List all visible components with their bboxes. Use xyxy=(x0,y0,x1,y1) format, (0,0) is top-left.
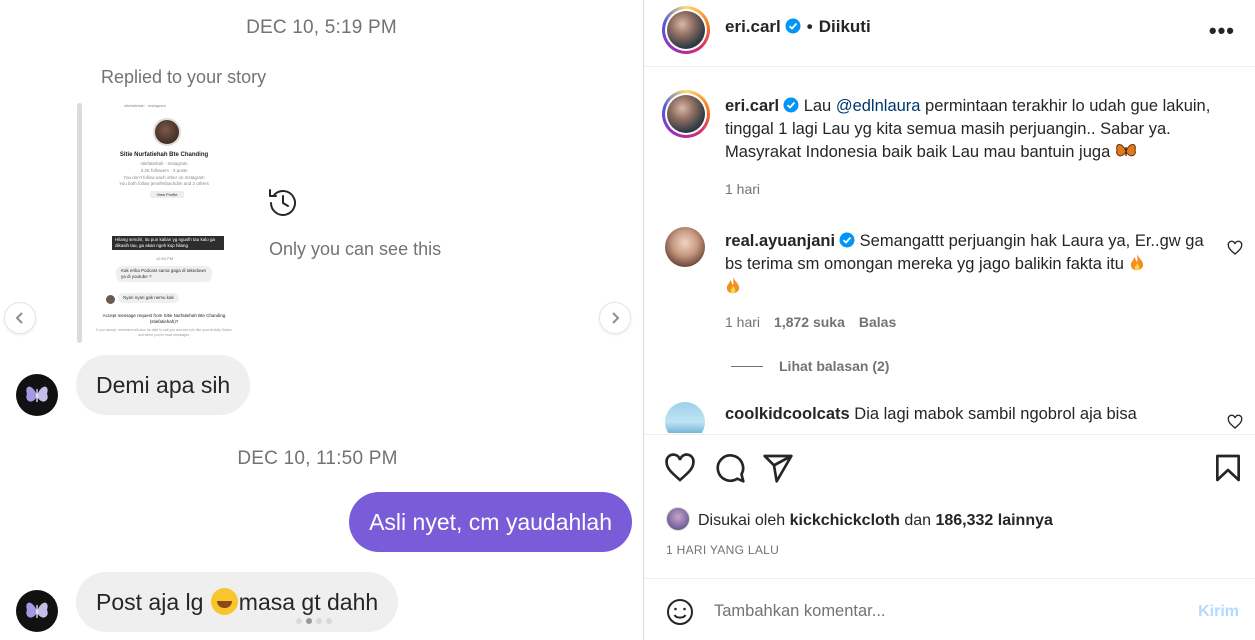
verified-badge-icon xyxy=(785,18,801,34)
caption-author-avatar[interactable] xyxy=(662,90,710,138)
heart-icon[interactable] xyxy=(1227,240,1243,256)
butterfly-emoji xyxy=(1115,144,1136,157)
post-header-text: eri.carl • Diikuti xyxy=(725,17,871,37)
timestamp-divider: DEC 10, 5:19 PM xyxy=(246,17,397,38)
heart-icon[interactable] xyxy=(664,452,696,484)
dm-thread-panel: DEC 10, 5:19 PM Replied to your story st… xyxy=(0,0,643,640)
separator-dot: • xyxy=(806,17,813,36)
post-header: eri.carl • Diikuti ••• xyxy=(644,0,1255,67)
bookmark-icon[interactable] xyxy=(1212,452,1244,484)
author-avatar[interactable] xyxy=(662,6,710,54)
incoming-message[interactable]: Demi apa sih xyxy=(76,355,251,415)
story-preview-text: Hilang sendiri, itu pun kalian yg nguslh… xyxy=(112,236,224,250)
verified-badge-icon xyxy=(783,97,799,113)
butterfly-avatar-icon xyxy=(26,602,48,618)
carousel-dot xyxy=(296,618,302,624)
share-icon[interactable] xyxy=(762,452,794,484)
liked-by-prefix: Disukai oleh xyxy=(698,512,790,529)
story-preview-handle: stiefatiehah · Instagram xyxy=(140,161,188,166)
liker-username[interactable]: kickchickcloth xyxy=(790,512,900,529)
message-text: masa gt dahh xyxy=(238,589,379,615)
commenter-username[interactable]: real.ayuanjani xyxy=(725,232,835,250)
history-icon xyxy=(269,189,296,216)
chevron-right-icon xyxy=(612,312,620,324)
comment-body: Dia lagi mabok sambil ngobrol aja bisa xyxy=(849,405,1137,423)
only-you-can-see-label: Only you can see this xyxy=(269,239,442,259)
outgoing-message[interactable]: Asli nyet, cm yaudahlah xyxy=(349,492,632,552)
verified-badge-icon xyxy=(839,232,855,248)
story-preview-msg-2: Nyari nyari gak nemu kak xyxy=(118,293,179,303)
sender-avatar[interactable] xyxy=(16,590,58,632)
post-actions-bar xyxy=(644,434,1255,504)
rofl-emoji xyxy=(210,588,238,615)
liker-avatar[interactable] xyxy=(666,507,690,531)
add-comment-bar: Kirim xyxy=(644,578,1255,640)
post-caption: eri.carl Lau @edlnlaura permintaan terak… xyxy=(725,95,1235,164)
message-text: Post aja lg xyxy=(96,589,210,615)
likes-count[interactable]: 186,332 lainnya xyxy=(935,512,1052,529)
story-preview[interactable]: stiefatiehah · Instagram Sitie Nurfatieh… xyxy=(88,100,240,345)
follow-status-button[interactable]: Diikuti xyxy=(819,17,871,36)
post-comment-button[interactable]: Kirim xyxy=(1198,603,1239,621)
sender-avatar[interactable] xyxy=(16,374,58,416)
post-date: 1 HARI YANG LALU xyxy=(666,543,780,557)
story-preview-mutual-2: You both follow jenniferbachdim and 2 ot… xyxy=(119,181,209,186)
carousel-dot-active xyxy=(306,618,312,624)
timestamp-divider: DEC 10, 11:50 PM xyxy=(237,448,398,469)
commenter-avatar[interactable] xyxy=(665,227,705,267)
carousel-prev-button[interactable] xyxy=(4,302,36,334)
comment-text: coolkidcoolcats Dia lagi mabok sambil ng… xyxy=(725,403,1215,426)
fire-emoji xyxy=(726,277,740,294)
carousel-dots xyxy=(296,618,332,624)
carousel-dot xyxy=(316,618,322,624)
reply-button[interactable]: Balas xyxy=(859,314,896,330)
carousel-next-button[interactable] xyxy=(599,302,631,334)
butterfly-avatar-icon xyxy=(26,386,48,402)
post-panel: eri.carl • Diikuti ••• eri.carl Lau @edlnl… xyxy=(643,0,1255,640)
more-options-button[interactable]: ••• xyxy=(1209,18,1235,44)
chevron-left-icon xyxy=(15,312,23,324)
story-preview-msg-1: Kak erika Podcast sama gaga di takedown … xyxy=(116,266,212,282)
liked-by-middle: dan xyxy=(899,512,936,529)
caption-text: Lau xyxy=(799,97,836,115)
story-preview-stats: 3.2K followers · 3 posts xyxy=(140,168,188,173)
comment-text: real.ayuanjani Semangattt perjuangin hak… xyxy=(725,230,1215,299)
comment-meta: 1 hari 1,872 suka Balas xyxy=(725,314,896,330)
comment-input[interactable] xyxy=(714,595,1174,627)
emoji-icon[interactable] xyxy=(666,598,694,626)
story-preview-handle-top: stiefatiehah · Instagram xyxy=(124,103,166,108)
story-preview-time: 12:54 PM xyxy=(156,256,174,261)
story-preview-view-profile: View Profile xyxy=(150,191,184,198)
comment-time: 1 hari xyxy=(725,314,761,330)
reply-quote-bar xyxy=(77,103,82,343)
heart-icon[interactable] xyxy=(1227,414,1243,430)
story-preview-name: Sitie Nurfatiehah Bte Chanding xyxy=(119,152,209,158)
commenter-username[interactable]: coolkidcoolcats xyxy=(725,405,850,423)
story-preview-mutual-1: You don't follow each other on Instagram xyxy=(123,175,205,180)
caption-time: 1 hari xyxy=(725,181,761,197)
incoming-message[interactable]: Post aja lg masa gt dahh xyxy=(76,572,399,632)
carousel-dot xyxy=(326,618,332,624)
story-preview-avatar-small xyxy=(106,295,115,304)
story-preview-accept: Accept message request from Sitie Nurfat… xyxy=(102,313,226,324)
view-replies-button[interactable]: Lihat balasan (2) xyxy=(731,358,889,374)
liked-by-line: Disukai oleh kickchickcloth dan 186,332 … xyxy=(666,507,1053,531)
caption-username[interactable]: eri.carl xyxy=(725,97,779,115)
story-preview-avatar xyxy=(153,118,181,146)
comment-icon[interactable] xyxy=(714,452,746,484)
comments-list: eri.carl Lau @edlnlaura permintaan terak… xyxy=(644,68,1255,433)
comment-likes[interactable]: 1,872 suka xyxy=(774,314,845,330)
story-preview-fine-print: If you accept, members will also be able… xyxy=(96,328,232,337)
replied-to-story-label: Replied to your story xyxy=(101,67,267,87)
commenter-avatar[interactable] xyxy=(665,402,705,433)
author-username[interactable]: eri.carl xyxy=(725,17,781,36)
mention-link[interactable]: @edlnlaura xyxy=(836,97,921,115)
fire-emoji xyxy=(1130,254,1143,271)
